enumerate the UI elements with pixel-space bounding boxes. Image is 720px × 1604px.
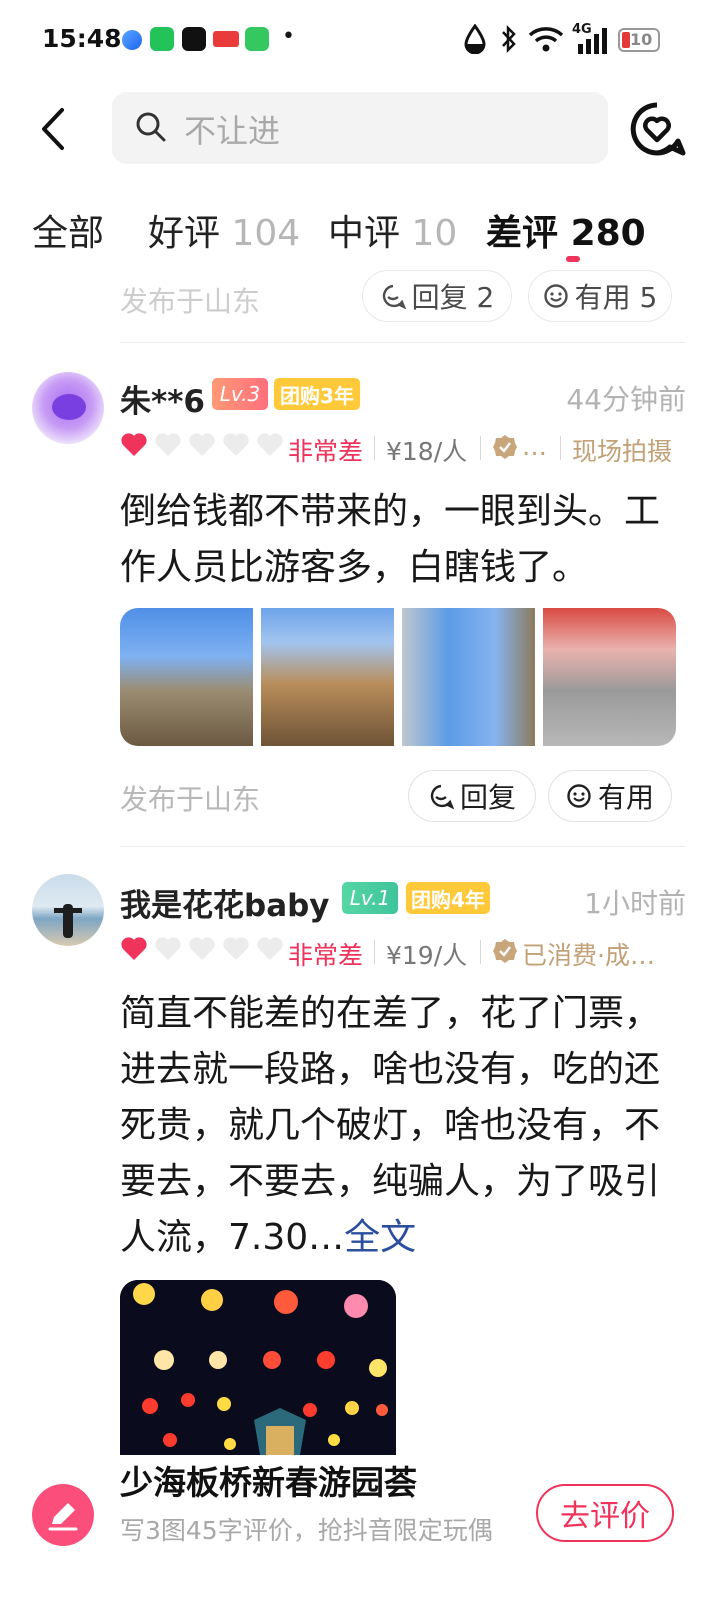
level-badge: Lv.3 [212, 378, 268, 410]
tab-indicator [566, 256, 580, 262]
avatar[interactable] [32, 372, 104, 444]
username[interactable]: 我是花花baby [120, 880, 330, 925]
heart-filled-icon [121, 433, 147, 456]
review-incentive-text: 写3图45字评价，抢抖音限定玩偶 [120, 1516, 493, 1545]
consumed-badge: 已消费·成… [522, 941, 655, 970]
smile-icon [543, 284, 568, 308]
write-review-button[interactable]: 去评价 [536, 1484, 674, 1542]
reply-button[interactable]: 回复 [408, 770, 536, 822]
review-photo[interactable] [543, 608, 676, 746]
write-review-fab[interactable] [32, 1484, 94, 1546]
wifi-icon [528, 27, 564, 52]
rating-text: 非常差 [288, 437, 364, 466]
search-icon [136, 112, 166, 142]
smile-icon [567, 784, 591, 808]
reply-button[interactable]: 回复 2 [362, 270, 512, 322]
poi-title: 少海板桥新春游园荟 [120, 1463, 417, 1502]
clock: 15:48 [42, 24, 122, 53]
divider [480, 436, 481, 460]
heart-empty-icon [223, 433, 249, 456]
review-time: 1小时前 [584, 887, 686, 920]
avatar[interactable] [32, 874, 104, 946]
search-input[interactable]: 不让进 [112, 92, 608, 164]
app-blue-icon [122, 30, 142, 50]
review-photo[interactable] [261, 608, 394, 746]
tab-bad[interactable]: 差评 280 [486, 204, 646, 256]
group-badge: 团购3年 [274, 378, 360, 410]
search-placeholder: 不让进 [184, 112, 281, 150]
review-photo[interactable] [402, 608, 535, 746]
heart-empty-icon [189, 433, 215, 456]
review-tabs: 全部 好评 104 中评 10 差评 280 [0, 190, 720, 270]
divider [120, 342, 686, 343]
heart-empty-icon [257, 433, 283, 456]
review-text[interactable]: 简直不能差的在差了，花了门票，进去就一段路，啥也没有，吃的还死贵，就几个破灯，啥… [120, 986, 680, 1266]
signal-icon [578, 28, 607, 54]
heart-empty-icon [155, 433, 181, 456]
bluetooth-icon [502, 24, 516, 54]
tab-neutral[interactable]: 中评 10 [328, 204, 457, 256]
top-bar: 不让进 [0, 82, 720, 182]
heart-rating [120, 936, 284, 962]
toutiao-icon [213, 31, 239, 47]
heart-rating [120, 432, 284, 458]
divider [560, 436, 561, 460]
price-per-person: ¥19/人 [386, 941, 468, 970]
pencil-icon [48, 1503, 78, 1531]
group-badge: 团购4年 [406, 882, 490, 914]
verified-icon [493, 939, 517, 963]
verified-icon [493, 435, 517, 459]
location-label: 发布于山东 [120, 285, 261, 318]
heart-chat-icon[interactable] [628, 100, 686, 158]
photo-strip [120, 608, 676, 746]
divider [480, 940, 481, 964]
chat-icon [245, 27, 269, 51]
drop-icon [464, 24, 486, 54]
notification-dot: • [282, 24, 295, 49]
previous-review-footer: 发布于山东 回复 2 有用 5 [0, 270, 720, 340]
on-site-photo-tag: 现场拍摄 [572, 437, 673, 466]
useful-button[interactable]: 有用 5 [528, 270, 672, 322]
tab-good[interactable]: 好评 104 [148, 204, 300, 256]
review-text[interactable]: 倒给钱都不带来的，一眼到头。工作人员比游客多，白瞎钱了。 [120, 484, 680, 596]
divider [120, 846, 686, 847]
consumed-badge: … [522, 432, 547, 461]
heart-filled-icon [121, 937, 147, 960]
lantern-photo [120, 1280, 396, 1455]
tab-all[interactable]: 全部 [32, 204, 104, 256]
status-bar: 15:48 • 4G 10 [0, 0, 720, 82]
back-arrow-icon[interactable] [34, 104, 74, 154]
heart-empty-icon [223, 937, 249, 960]
review-photo[interactable] [120, 1280, 396, 1455]
heart-empty-icon [257, 937, 283, 960]
rating-text: 非常差 [288, 941, 364, 970]
divider [374, 436, 375, 460]
level-badge: Lv.1 [342, 882, 398, 914]
review-photo[interactable] [120, 608, 253, 746]
review-time: 44分钟前 [566, 383, 686, 416]
heart-empty-icon [189, 937, 215, 960]
reply-icon [430, 784, 454, 809]
heart-empty-icon [155, 937, 181, 960]
battery-icon: 10 [618, 28, 660, 52]
location-label: 发布于山东 [120, 783, 261, 816]
tiktok-icon [182, 27, 206, 51]
username[interactable]: 朱**6 [120, 376, 205, 421]
phone-icon [150, 27, 174, 51]
reply-icon [382, 284, 406, 309]
useful-button[interactable]: 有用 [548, 770, 672, 822]
expand-full-text-link[interactable]: 全文 [344, 1217, 416, 1258]
price-per-person: ¥18/人 [386, 437, 468, 466]
divider [374, 940, 375, 964]
